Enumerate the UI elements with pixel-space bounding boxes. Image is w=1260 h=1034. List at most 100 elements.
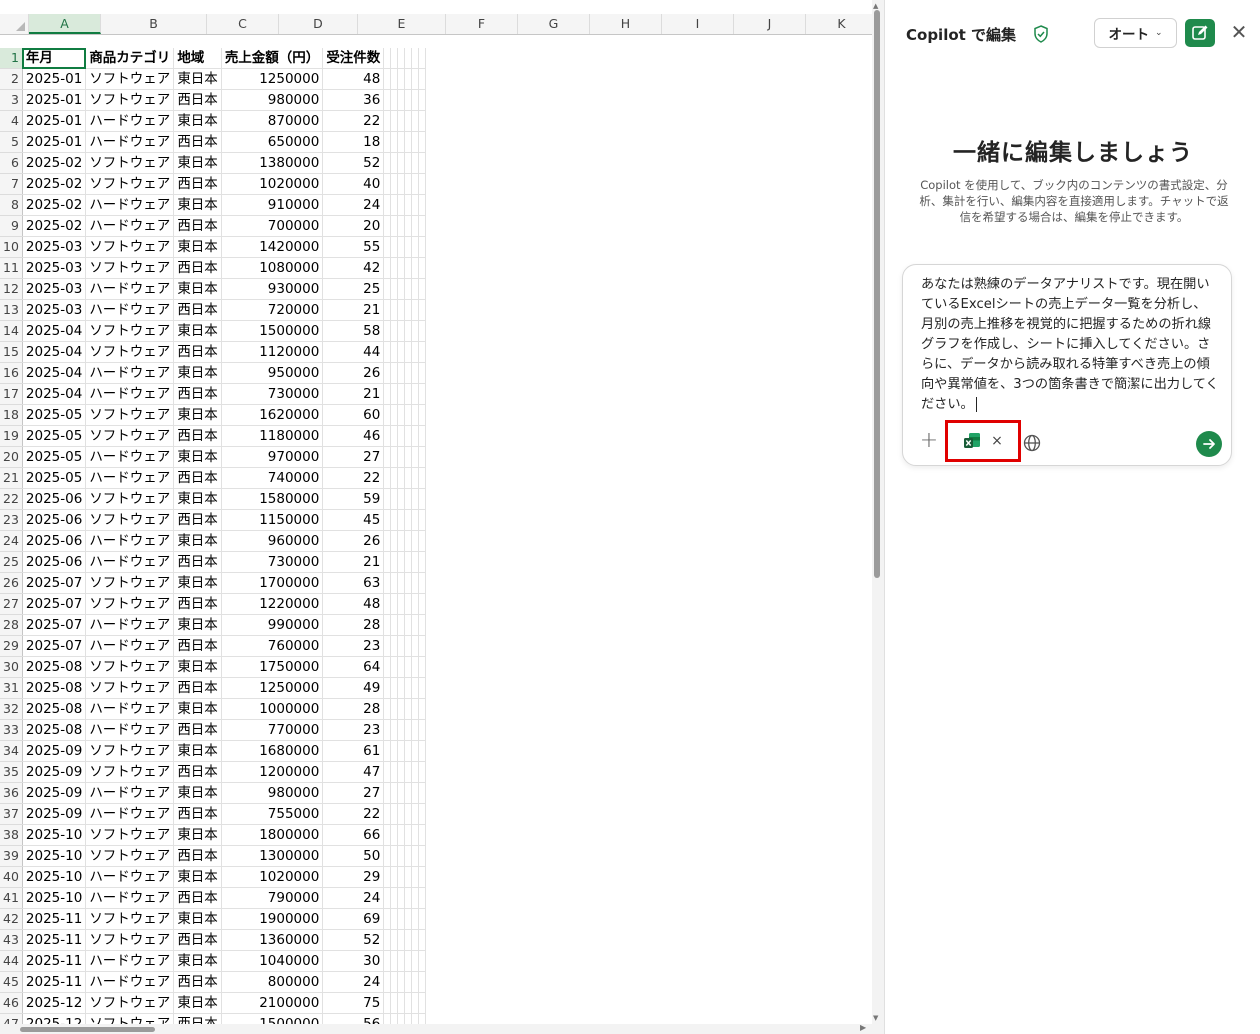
cell-a8[interactable]: 2025-02: [22, 194, 87, 216]
cell-d6[interactable]: 1380000: [221, 152, 324, 174]
cell-e29[interactable]: 23: [322, 635, 385, 657]
cell-j34[interactable]: [411, 740, 420, 762]
cell-k17[interactable]: [418, 383, 427, 405]
cell-j18[interactable]: [411, 404, 420, 426]
cell-k46[interactable]: [418, 992, 427, 1014]
cell-c11[interactable]: 西日本: [173, 257, 222, 279]
cell-e6[interactable]: 52: [322, 152, 385, 174]
cell-k31[interactable]: [418, 677, 427, 699]
cell-a31[interactable]: 2025-08: [22, 677, 87, 699]
cell-f1[interactable]: [383, 48, 392, 69]
cell-d9[interactable]: 700000: [221, 215, 324, 237]
cell-f20[interactable]: [383, 446, 392, 468]
cell-h28[interactable]: [397, 614, 406, 636]
row-header[interactable]: 25: [0, 551, 23, 573]
row-header[interactable]: 42: [0, 908, 23, 930]
cell-i27[interactable]: [404, 593, 413, 615]
cell-c29[interactable]: 西日本: [173, 635, 222, 657]
cell-c6[interactable]: 東日本: [173, 152, 222, 174]
cell-d21[interactable]: 740000: [221, 467, 324, 489]
cell-b28[interactable]: ハードウェア: [85, 614, 175, 636]
cell-g9[interactable]: [390, 215, 399, 237]
cell-i42[interactable]: [404, 908, 413, 930]
cell-g46[interactable]: [390, 992, 399, 1014]
cell-h32[interactable]: [397, 698, 406, 720]
cell-e11[interactable]: 42: [322, 257, 385, 279]
cell-e17[interactable]: 21: [322, 383, 385, 405]
row-header[interactable]: 26: [0, 572, 23, 594]
cell-j12[interactable]: [411, 278, 420, 300]
cell-g42[interactable]: [390, 908, 399, 930]
cell-j4[interactable]: [411, 110, 420, 132]
row-header[interactable]: 3: [0, 89, 23, 111]
cell-h30[interactable]: [397, 656, 406, 678]
cell-h45[interactable]: [397, 971, 406, 993]
cell-f43[interactable]: [383, 929, 392, 951]
cell-k19[interactable]: [418, 425, 427, 447]
cell-j31[interactable]: [411, 677, 420, 699]
cell-g41[interactable]: [390, 887, 399, 909]
cell-e12[interactable]: 25: [322, 278, 385, 300]
cell-i26[interactable]: [404, 572, 413, 594]
cell-k11[interactable]: [418, 257, 427, 279]
cell-d27[interactable]: 1220000: [221, 593, 324, 615]
cell-k15[interactable]: [418, 341, 427, 363]
row-header[interactable]: 19: [0, 425, 23, 447]
cell-h39[interactable]: [397, 845, 406, 867]
cell-k16[interactable]: [418, 362, 427, 384]
row-header[interactable]: 38: [0, 824, 23, 846]
cell-f46[interactable]: [383, 992, 392, 1014]
row-header[interactable]: 31: [0, 677, 23, 699]
cell-e9[interactable]: 20: [322, 215, 385, 237]
cell-c9[interactable]: 西日本: [173, 215, 222, 237]
new-chat-button[interactable]: [1185, 19, 1215, 47]
row-header[interactable]: 2: [0, 68, 23, 90]
cell-h36[interactable]: [397, 782, 406, 804]
cell-e22[interactable]: 59: [322, 488, 385, 510]
row-header[interactable]: 22: [0, 488, 23, 510]
cell-d20[interactable]: 970000: [221, 446, 324, 468]
cell-f8[interactable]: [383, 194, 392, 216]
cell-h3[interactable]: [397, 89, 406, 111]
cell-j9[interactable]: [411, 215, 420, 237]
cell-a14[interactable]: 2025-04: [22, 320, 87, 342]
send-button[interactable]: [1196, 431, 1222, 457]
cell-a13[interactable]: 2025-03: [22, 299, 87, 321]
row-header[interactable]: 30: [0, 656, 23, 678]
cell-c33[interactable]: 西日本: [173, 719, 222, 741]
cell-j22[interactable]: [411, 488, 420, 510]
row-header[interactable]: 8: [0, 194, 23, 216]
cell-a46[interactable]: 2025-12: [22, 992, 87, 1014]
cell-d29[interactable]: 760000: [221, 635, 324, 657]
cell-h1[interactable]: [397, 48, 406, 69]
cell-d37[interactable]: 755000: [221, 803, 324, 825]
cell-j38[interactable]: [411, 824, 420, 846]
cell-f15[interactable]: [383, 341, 392, 363]
cell-c43[interactable]: 西日本: [173, 929, 222, 951]
cell-g31[interactable]: [390, 677, 399, 699]
cell-g24[interactable]: [390, 530, 399, 552]
cell-f33[interactable]: [383, 719, 392, 741]
cell-g11[interactable]: [390, 257, 399, 279]
cell-e26[interactable]: 63: [322, 572, 385, 594]
cell-f25[interactable]: [383, 551, 392, 573]
cell-k39[interactable]: [418, 845, 427, 867]
cell-k33[interactable]: [418, 719, 427, 741]
cell-b46[interactable]: ソフトウェア: [85, 992, 175, 1014]
cell-b10[interactable]: ソフトウェア: [85, 236, 175, 258]
cell-e37[interactable]: 22: [322, 803, 385, 825]
cell-b24[interactable]: ハードウェア: [85, 530, 175, 552]
cell-c23[interactable]: 西日本: [173, 509, 222, 531]
cell-b6[interactable]: ソフトウェア: [85, 152, 175, 174]
cell-k35[interactable]: [418, 761, 427, 783]
row-header[interactable]: 24: [0, 530, 23, 552]
cell-g7[interactable]: [390, 173, 399, 195]
cell-a6[interactable]: 2025-02: [22, 152, 87, 174]
cell-i13[interactable]: [404, 299, 413, 321]
cell-d3[interactable]: 980000: [221, 89, 324, 111]
cell-k40[interactable]: [418, 866, 427, 888]
cell-j28[interactable]: [411, 614, 420, 636]
cell-f26[interactable]: [383, 572, 392, 594]
cell-e13[interactable]: 21: [322, 299, 385, 321]
cell-e23[interactable]: 45: [322, 509, 385, 531]
